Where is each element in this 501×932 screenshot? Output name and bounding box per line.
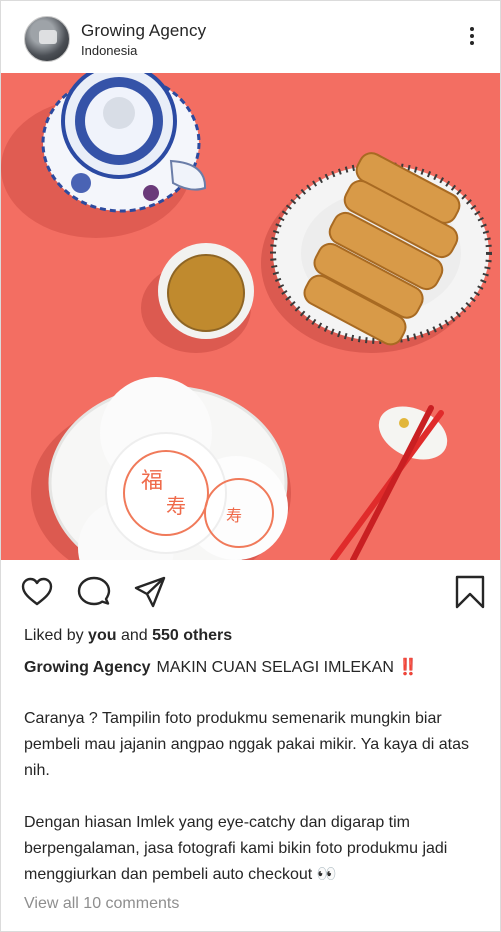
comment-icon[interactable]	[77, 575, 111, 609]
likes-connector: and	[120, 627, 148, 644]
avatar[interactable]	[24, 16, 70, 62]
send-icon[interactable]	[133, 575, 167, 609]
caption-author[interactable]: Growing Agency	[24, 659, 151, 676]
likes-user[interactable]: you	[88, 627, 116, 644]
double-exclamation-emoji: ‼️	[398, 659, 419, 676]
food-photo-illustration: 福 寿 寿	[1, 73, 500, 560]
caption-paragraph-2: Dengan hiasan Imlek yang eye-catchy dan …	[24, 810, 474, 888]
post-card: Growing Agency Indonesia 福 寿 寿 Liked by …	[0, 0, 501, 932]
svg-text:福: 福	[141, 469, 163, 494]
caption-paragraph-1: Caranya ? Tampilin foto produkmu semenar…	[24, 710, 470, 779]
account-name[interactable]: Growing Agency	[81, 21, 206, 41]
svg-text:寿: 寿	[226, 506, 242, 525]
caption-headline: Growing Agency MAKIN CUAN SELAGI IMLEKAN …	[24, 655, 474, 681]
likes-prefix: Liked by	[24, 627, 84, 644]
caption-headline-text: MAKIN CUAN SELAGI IMLEKAN	[156, 659, 394, 676]
action-bar	[1, 561, 500, 621]
post-header: Growing Agency Indonesia	[1, 1, 500, 73]
post-photo[interactable]: 福 寿 寿	[1, 73, 500, 560]
view-comments-link[interactable]: View all 10 comments	[24, 895, 179, 913]
svg-text:寿: 寿	[166, 494, 186, 518]
caption-paragraph-2-text: Dengan hiasan Imlek yang eye-catchy dan …	[24, 814, 448, 883]
bookmark-icon[interactable]	[453, 575, 487, 609]
location-label[interactable]: Indonesia	[81, 43, 137, 58]
likes-count[interactable]: 550 others	[152, 627, 232, 644]
heart-icon[interactable]	[20, 575, 54, 609]
eyes-emoji: 👀	[316, 866, 337, 883]
likes-summary[interactable]: Liked by you and 550 others	[24, 627, 232, 645]
more-options-icon[interactable]	[464, 25, 480, 51]
